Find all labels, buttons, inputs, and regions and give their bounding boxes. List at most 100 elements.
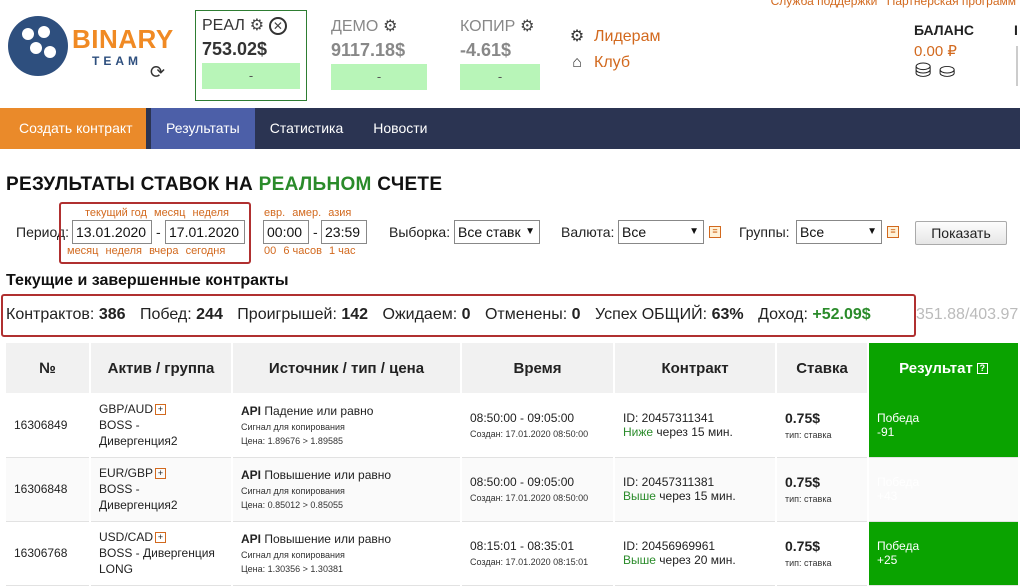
leaders-link[interactable]: ⚙ Лидерам [568, 28, 661, 46]
row-source-cell: API Повышение или равно Сигнал для копир… [232, 457, 462, 522]
date-to-input[interactable]: 17.01.2020 [165, 220, 245, 244]
list-icon[interactable]: ≡ [887, 226, 899, 238]
help-icon[interactable]: ? [976, 362, 988, 374]
close-icon[interactable]: ✕ [268, 17, 287, 35]
quick-yesterday[interactable]: вчера [149, 245, 178, 257]
row-src-type: API [241, 532, 262, 546]
time-quick-bottom: 00 6 часов 1 час [264, 245, 360, 257]
row-asset[interactable]: EUR/GBP [99, 466, 153, 480]
row-time-cell: 08:50:00 - 09:05:00 Создан: 17.01.2020 0… [461, 457, 615, 522]
row-src-signal: Сигнал для копирования [241, 486, 345, 496]
row-result: Победа [877, 475, 920, 489]
partner-link[interactable]: Партнерская программ [887, 0, 1016, 8]
time-to-input[interactable]: 23:59 [321, 220, 367, 244]
time-from-input[interactable]: 00:00 [263, 220, 309, 244]
account-real[interactable]: РЕАЛ ⚙ ✕ 753.02$ - [195, 10, 307, 101]
row-src-price: Цена: 1.89676 > 1.89585 [241, 435, 343, 446]
col-number: № [6, 343, 91, 393]
row-contract-rest: через 15 мин. [655, 489, 736, 503]
account-real-label: РЕАЛ [202, 17, 245, 34]
refresh-icon[interactable]: ⟳ [150, 62, 165, 83]
support-link[interactable]: Служба поддержки [771, 0, 878, 8]
row-asset-cell: GBP/AUD + BOSS - Дивергенция2 [90, 393, 233, 458]
nav-statistics[interactable]: Статистика [255, 108, 359, 149]
quick-asia[interactable]: азия [328, 207, 351, 219]
groups-select[interactable]: Все ▼ [796, 220, 882, 244]
col-time: Время [461, 343, 615, 393]
account-demo-bar: - [331, 64, 427, 90]
row-src-price: Цена: 0.85012 > 0.85055 [241, 500, 343, 510]
quick-00[interactable]: 00 [264, 245, 276, 257]
results-table: № Актив / группа Источник / тип / цена В… [6, 343, 1020, 586]
account-real-amount: 753.02$ [202, 39, 268, 59]
row-stake-type: тип: ставка [785, 558, 832, 568]
quick-eur[interactable]: евр. [264, 207, 285, 219]
period-quick-top: текущий год месяц неделя [85, 207, 233, 219]
deposit-icon[interactable]: ⛀ [938, 61, 956, 81]
row-stake-cell: 0.75$ тип: ставка [776, 521, 869, 586]
club-label: Клуб [594, 54, 630, 71]
expand-icon[interactable]: + [155, 468, 167, 479]
selection-select[interactable]: Все ставк ▼ [454, 220, 540, 244]
account-demo[interactable]: ДЕМО ⚙ 9117.18$ - [325, 12, 433, 98]
row-group1: BOSS - [99, 417, 140, 432]
row-time-cell: 08:15:01 - 08:35:01 Создан: 17.01.2020 0… [461, 521, 615, 586]
account-copier[interactable]: КОПИР ⚙ -4.61$ - [454, 12, 546, 98]
row-asset[interactable]: USD/CAD [99, 530, 153, 544]
show-button[interactable]: Показать [915, 221, 1007, 245]
quick-amer[interactable]: амер. [292, 207, 321, 219]
row-result-value: +43 [877, 489, 898, 503]
home-icon: ⌂ [572, 54, 582, 71]
currency-select[interactable]: Все ▼ [618, 220, 704, 244]
row-created: Создан: 17.01.2020 08:50:00 [470, 493, 589, 503]
row-contract-cell: ID: 20457311341 Ниже через 15 мин. [614, 393, 777, 458]
nav-news[interactable]: Новости [358, 108, 442, 149]
gear-icon[interactable]: ⚙ [381, 18, 399, 36]
account-demo-header: ДЕМО ⚙ [325, 12, 433, 36]
row-stake: 0.75$ [785, 474, 821, 490]
table-row: 16306848 EUR/GBP + BOSS - Дивергенция2 AP… [6, 457, 1020, 522]
row-time: 08:15:01 - 08:35:01 [470, 539, 575, 553]
balance-block: БАЛАНС 0.00 ₽ ⛁ ⛀ [914, 22, 974, 81]
col-stake: Ставка [776, 343, 869, 393]
coins-icon[interactable]: ⛁ [914, 61, 932, 81]
row-contract-rest: через 20 мин. [655, 553, 736, 567]
nav-create-contract[interactable]: Создать контракт [0, 108, 146, 149]
list-icon[interactable]: ≡ [709, 226, 721, 238]
row-asset[interactable]: GBP/AUD [99, 402, 153, 416]
row-contract-id: ID: 20457311381 [623, 475, 715, 489]
row-source-cell: API Повышение или равно Сигнал для копир… [232, 521, 462, 586]
quick-1h[interactable]: 1 час [329, 245, 356, 257]
stat-losses: 142 [341, 306, 369, 323]
row-contract-cell: ID: 20457311381 Выше через 15 мин. [614, 457, 777, 522]
quick-week[interactable]: неделя [193, 207, 230, 219]
expand-icon[interactable]: + [155, 532, 167, 543]
row-stake: 0.75$ [785, 538, 821, 554]
top-links: Служба поддержки Партнерская программ [765, 0, 1016, 8]
stat-wins-label: Побед: [139, 306, 192, 323]
quick-week-bottom[interactable]: неделя [106, 245, 143, 257]
quick-6h[interactable]: 6 часов [283, 245, 322, 257]
row-src-type: API [241, 468, 262, 482]
row-stake-type: тип: ставка [785, 494, 832, 504]
table-row: 16306849 GBP/AUD + BOSS - Дивергенция2 AP… [6, 393, 1020, 458]
row-contract-id: ID: 20457311341 [623, 410, 715, 425]
nav-results[interactable]: Результаты [151, 108, 255, 149]
side-links: ⚙ Лидерам ⌂ Клуб [568, 28, 661, 80]
row-contract-rest: через 15 мин. [653, 424, 733, 439]
row-id: 16306768 [6, 521, 91, 586]
date-from-input[interactable]: 13.01.2020 [72, 220, 152, 244]
club-link[interactable]: ⌂ Клуб [568, 54, 660, 72]
groups-label: Группы: [739, 224, 790, 240]
gear-icon[interactable]: ⚙ [518, 18, 536, 36]
selection-label: Выборка: [389, 224, 451, 240]
quick-month-bottom[interactable]: месяц [67, 245, 98, 257]
quick-current-year[interactable]: текущий год [85, 207, 147, 219]
date-dash: - [156, 224, 161, 240]
quick-today[interactable]: сегодня [186, 245, 226, 257]
gear-icon[interactable]: ⚙ [248, 17, 266, 35]
quick-month[interactable]: месяц [154, 207, 185, 219]
filters-bar: Период: текущий год месяц неделя 13.01.2… [0, 200, 1020, 264]
account-real-header: РЕАЛ ⚙ ✕ [196, 11, 306, 35]
expand-icon[interactable]: + [155, 403, 167, 415]
